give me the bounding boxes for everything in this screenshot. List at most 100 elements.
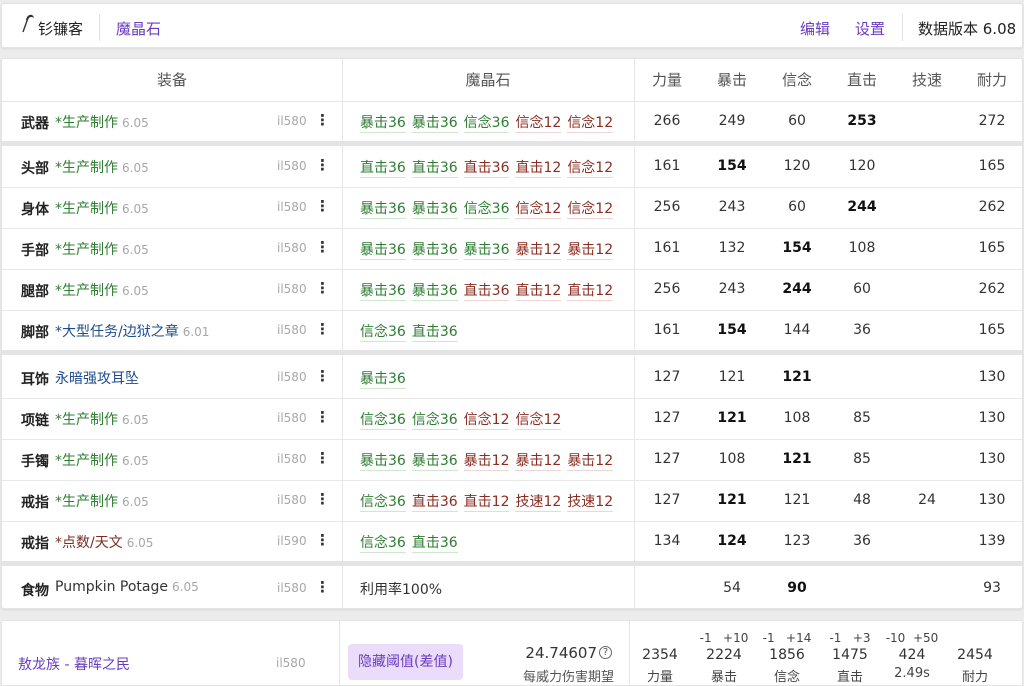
materia-slot[interactable]: 暴击12 [567,242,614,260]
gear-name[interactable]: *生产制作 6.05 [55,239,149,259]
gear-name[interactable]: *生产制作 6.05 [55,491,149,511]
materia-slot[interactable]: 直击12 [567,283,614,301]
materia-slot[interactable]: 暴击12 [515,453,562,471]
more-options-icon[interactable]: ⋮ [315,408,330,426]
settings-link[interactable]: 设置 [855,18,885,39]
materia-slot[interactable]: 暴击36 [360,242,406,260]
materia-slot[interactable]: 直击12 [515,283,562,301]
materia-slot[interactable]: 技速12 [567,494,614,512]
materia-slot[interactable]: 暴击36 [411,201,458,219]
gear-name[interactable]: *生产制作 6.05 [55,409,149,429]
materia-slot[interactable]: 直击36 [411,494,458,512]
stat-determination: 244 [782,281,812,297]
gear-name[interactable]: *生产制作 6.05 [55,450,149,470]
materia-slot[interactable]: 信念36 [463,115,510,133]
materia-slot[interactable]: 信念12 [567,115,614,133]
gear-table: 装备 魔晶石 力量 暴击 信念 直击 技速 耐力 武器 *生产制作 6.05 il58… [1,58,1023,609]
stat-strength: 256 [653,199,681,215]
race-clan[interactable]: 敖龙族 - 暮晖之民 [18,654,130,674]
total-delta: -1 +14 [762,631,812,645]
more-options-icon[interactable]: ⋮ [315,578,330,596]
materia-list: 暴击36 暴击36 暴击36 暴击12 暴击12 [360,239,619,260]
gear-name[interactable]: *大型任务/边狱之章 6.01 [55,321,209,341]
materia-slot[interactable]: 暴击36 [411,115,458,133]
stat-strength: 161 [653,158,681,174]
materia-slot[interactable]: 暴击36 [411,283,458,301]
materia-slot[interactable]: 直击12 [515,160,562,178]
materia-slot[interactable]: 直击36 [411,160,458,178]
more-options-icon[interactable]: ⋮ [315,449,330,467]
materia-list: 暴击36 暴击36 信念36 信念12 信念12 [360,198,619,219]
table-row: 头部 *生产制作 6.05 il580 ⋮ 直击36 直击36 直击36 直击12 信念12 161… [2,147,1022,188]
materia-slot[interactable]: 暴击36 [463,242,510,260]
gear-slot: 项链 [21,413,49,429]
materia-slot[interactable]: 信念12 [463,412,510,430]
materia-slot[interactable]: 暴击12 [567,453,614,471]
stat-strength: 127 [653,451,681,467]
help-icon[interactable]: ? [599,646,612,659]
materia-slot[interactable]: 信念12 [567,201,614,219]
materia-slot[interactable]: 信念12 [567,160,614,178]
gear-name[interactable]: *生产制作 6.05 [55,112,149,132]
gear-name[interactable]: Pumpkin Potage 6.05 [55,579,199,595]
materia-slot[interactable]: 暴击36 [360,453,406,471]
materia-slot[interactable]: 直击36 [463,283,510,301]
more-options-icon[interactable]: ⋮ [315,320,330,338]
materia-slot[interactable]: 信念12 [515,115,562,133]
materia-slot[interactable]: 暴击12 [463,453,510,471]
row-divider [2,350,1022,355]
more-options-icon[interactable]: ⋮ [315,490,330,508]
gear-name[interactable]: *点数/天文 6.05 [55,532,153,552]
materia-slot[interactable]: 直击36 [463,160,510,178]
materia-slot[interactable]: 直击36 [411,535,458,553]
gear-name[interactable]: *生产制作 6.05 [55,157,149,177]
more-options-icon[interactable]: ⋮ [315,279,330,297]
materia-slot[interactable]: 暴击36 [360,283,406,301]
more-options-icon[interactable]: ⋮ [315,197,330,215]
more-options-icon[interactable]: ⋮ [315,156,330,174]
stat-crit: 154 [717,322,747,338]
gear-name[interactable]: 永暗强攻耳坠 [55,368,139,388]
materia-slot[interactable]: 信念12 [515,412,562,430]
stat-vitality: 165 [978,158,1006,174]
header-crit: 暴击 [716,71,747,89]
total-value: 2454 [957,647,993,663]
materia-slot[interactable]: 信念36 [360,494,406,512]
materia-slot[interactable]: 直击36 [411,324,458,342]
stat-direct-hit: 85 [853,410,871,426]
materia-slot[interactable]: 暴击36 [360,115,406,133]
materia-slot[interactable]: 暴击36 [360,201,406,219]
stat-determination: 123 [783,533,811,549]
materia-slot[interactable]: 暴击36 [411,242,458,260]
more-options-icon[interactable]: ⋮ [315,111,330,129]
edit-link[interactable]: 编辑 [800,18,830,39]
materia-slot[interactable]: 暴击36 [360,371,406,389]
more-options-icon[interactable]: ⋮ [315,367,330,385]
materia-slot[interactable]: 信念36 [360,324,406,342]
stat-vitality: 272 [978,113,1006,129]
patch-version: 6.05 [122,161,149,175]
item-level: il580 [277,411,307,425]
more-options-icon[interactable]: ⋮ [315,238,330,256]
row-divider [2,561,1022,566]
materia-slot[interactable]: 信念12 [515,201,562,219]
materia-slot[interactable]: 信念36 [411,412,458,430]
materia-slot[interactable]: 直击36 [360,160,406,178]
hidden-threshold-button[interactable]: 隐藏阈值(差值) [348,644,463,680]
materia-slot[interactable]: 信念36 [463,201,510,219]
gear-name[interactable]: *生产制作 6.05 [55,280,149,300]
stat-direct-hit: 36 [853,533,871,549]
gear-slot: 手部 [21,243,49,259]
gear-name[interactable]: *生产制作 6.05 [55,198,149,218]
section-title[interactable]: 魔晶石 [116,18,161,39]
patch-version: 6.05 [172,580,199,594]
materia-slot[interactable]: 信念36 [360,535,406,553]
materia-slot[interactable]: 直击12 [463,494,510,512]
more-options-icon[interactable]: ⋮ [315,531,330,549]
total-determination: -1 +14 1856 信念 [755,621,819,686]
materia-slot[interactable]: 技速12 [515,494,562,512]
table-row: 身体 *生产制作 6.05 il580 ⋮ 暴击36 暴击36 信念36 信念12 信念12 256… [2,188,1022,229]
materia-slot[interactable]: 暴击12 [515,242,562,260]
materia-slot[interactable]: 信念36 [360,412,406,430]
materia-slot[interactable]: 暴击36 [411,453,458,471]
